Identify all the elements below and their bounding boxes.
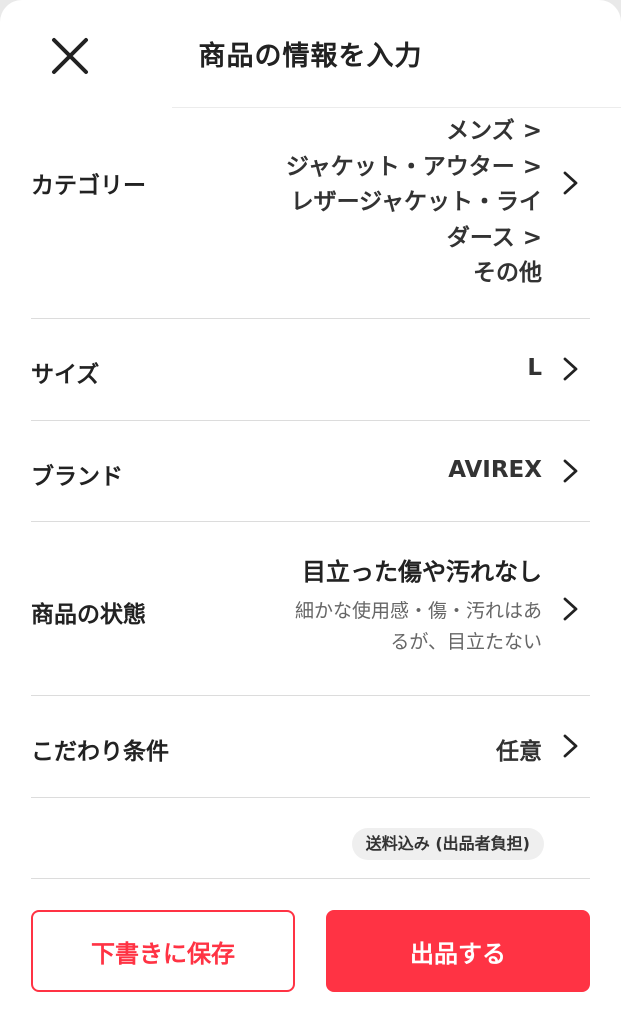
condition-description-line: るが、目立たない bbox=[390, 631, 542, 653]
condition-row[interactable]: 商品の状態 目立った傷や汚れなし 細かな使用感・傷・汚れはあ るが、目立たない bbox=[31, 522, 590, 696]
category-path-line: ジャケット・アウター > bbox=[285, 153, 542, 180]
category-path-line: レザージャケット・ライ bbox=[290, 189, 542, 215]
size-row[interactable]: サイズ L bbox=[31, 319, 590, 421]
page-title: 商品の情報を入力 bbox=[198, 41, 423, 72]
category-path-line: ダース > bbox=[446, 224, 542, 251]
chevron-right-icon bbox=[563, 459, 578, 483]
list-item-button[interactable]: 出品する bbox=[326, 910, 590, 992]
brand-value: AVIREX bbox=[448, 457, 542, 483]
footer: 下書きに保存 出品する bbox=[0, 880, 621, 1024]
category-row[interactable]: カテゴリー メンズ > ジャケット・アウター > レザージャケット・ライ ダース… bbox=[31, 108, 590, 319]
shipping-badge: 送料込み (出品者負担) bbox=[351, 828, 544, 860]
chevron-right-icon bbox=[563, 597, 578, 621]
category-label: カテゴリー bbox=[31, 173, 146, 199]
condition-description-line: 細かな使用感・傷・汚れはあ bbox=[294, 600, 542, 622]
condition-label: 商品の状態 bbox=[31, 602, 146, 628]
save-draft-button[interactable]: 下書きに保存 bbox=[31, 910, 295, 992]
size-value: L bbox=[527, 355, 542, 381]
category-path-line: メンズ > bbox=[446, 118, 542, 144]
size-label: サイズ bbox=[31, 362, 100, 388]
brand-row[interactable]: ブランド AVIREX bbox=[31, 421, 590, 522]
category-path-line: その他 bbox=[473, 260, 542, 286]
listing-sheet: 商品の情報を入力 カテゴリー メンズ > ジャケット・アウター > レザージャケ… bbox=[0, 0, 621, 1024]
shipping-row[interactable]: 送料込み (出品者負担) bbox=[31, 798, 590, 879]
brand-label: ブランド bbox=[31, 464, 123, 490]
condition-title: 目立った傷や汚れなし bbox=[302, 558, 542, 586]
preferences-row[interactable]: こだわり条件 任意 bbox=[31, 696, 590, 798]
header: 商品の情報を入力 bbox=[0, 0, 621, 108]
chevron-right-icon bbox=[563, 171, 578, 195]
condition-value: 目立った傷や汚れなし 細かな使用感・傷・汚れはあ るが、目立たない bbox=[295, 554, 542, 658]
condition-description: 細かな使用感・傷・汚れはあ るが、目立たない bbox=[295, 596, 542, 658]
preferences-label: こだわり条件 bbox=[31, 739, 169, 765]
chevron-right-icon bbox=[563, 734, 578, 758]
chevron-right-icon bbox=[563, 357, 578, 381]
preferences-value: 任意 bbox=[496, 739, 542, 765]
category-value: メンズ > ジャケット・アウター > レザージャケット・ライ ダース > その他 bbox=[286, 114, 542, 292]
